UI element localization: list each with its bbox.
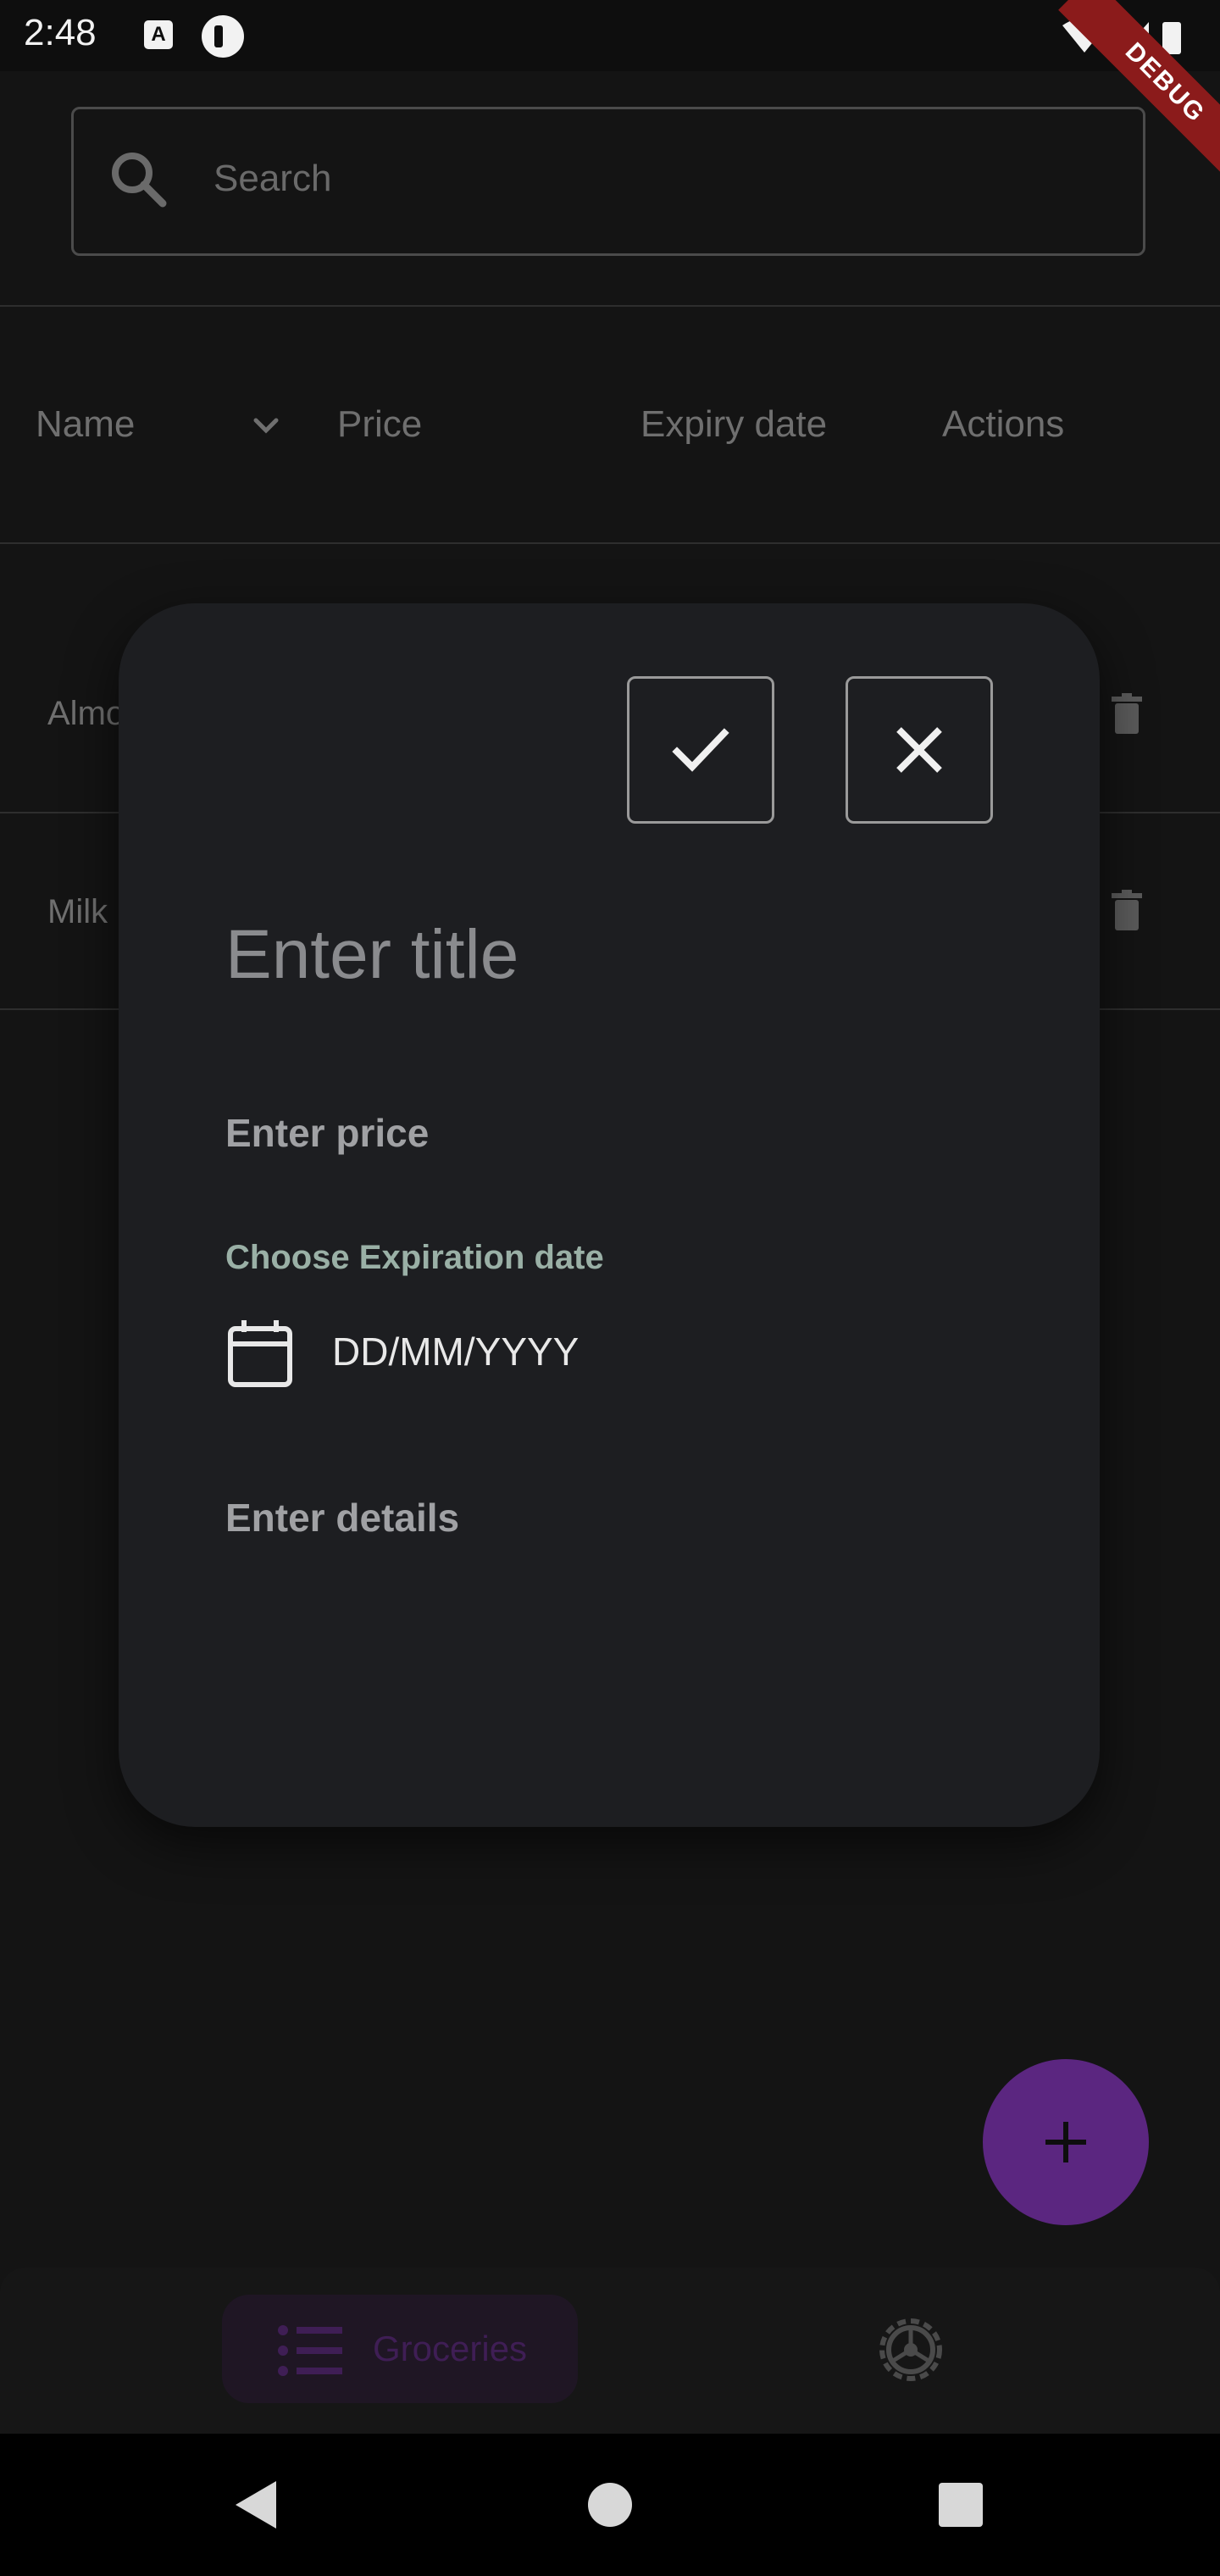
- divider: [0, 305, 1220, 307]
- notification-icon: [202, 15, 244, 58]
- home-icon[interactable]: [585, 2479, 635, 2530]
- delete-icon[interactable]: [1110, 890, 1144, 930]
- chevron-down-icon[interactable]: [251, 414, 281, 439]
- column-header-name[interactable]: Name: [36, 403, 135, 446]
- confirm-button[interactable]: [627, 676, 774, 824]
- close-icon: [896, 727, 942, 773]
- back-icon[interactable]: [230, 2478, 281, 2532]
- bottom-navigation: [0, 2268, 1220, 2434]
- title-input[interactable]: Enter title: [225, 915, 518, 995]
- delete-icon[interactable]: [1110, 693, 1144, 734]
- plus-icon: [1045, 2122, 1086, 2162]
- column-header-price[interactable]: Price: [337, 403, 422, 446]
- details-input[interactable]: Enter details: [225, 1495, 459, 1541]
- divider: [0, 542, 1220, 544]
- calendar-icon[interactable]: [225, 1319, 297, 1390]
- expiration-date-field[interactable]: DD/MM/YYYY: [332, 1329, 579, 1374]
- nav-item-settings[interactable]: [873, 2312, 949, 2388]
- recents-icon[interactable]: [937, 2481, 984, 2529]
- status-time: 2:48: [24, 12, 97, 53]
- cancel-button[interactable]: [846, 676, 993, 824]
- table-row-name[interactable]: Milk: [47, 893, 108, 931]
- list-icon: [278, 2325, 342, 2376]
- search-placeholder: Search: [214, 158, 332, 199]
- nav-item-groceries-label: Groceries: [373, 2329, 528, 2368]
- table-row-name[interactable]: Almo: [47, 695, 125, 733]
- expiration-label: Choose Expiration date: [225, 1239, 604, 1276]
- add-button[interactable]: [983, 2059, 1149, 2225]
- column-header-actions: Actions: [942, 403, 1065, 445]
- check-icon: [672, 728, 729, 772]
- column-header-expiry-date[interactable]: Expiry date: [640, 403, 827, 446]
- a-badge-icon: A: [144, 20, 173, 49]
- price-input[interactable]: Enter price: [225, 1110, 429, 1156]
- search-icon: [112, 153, 167, 208]
